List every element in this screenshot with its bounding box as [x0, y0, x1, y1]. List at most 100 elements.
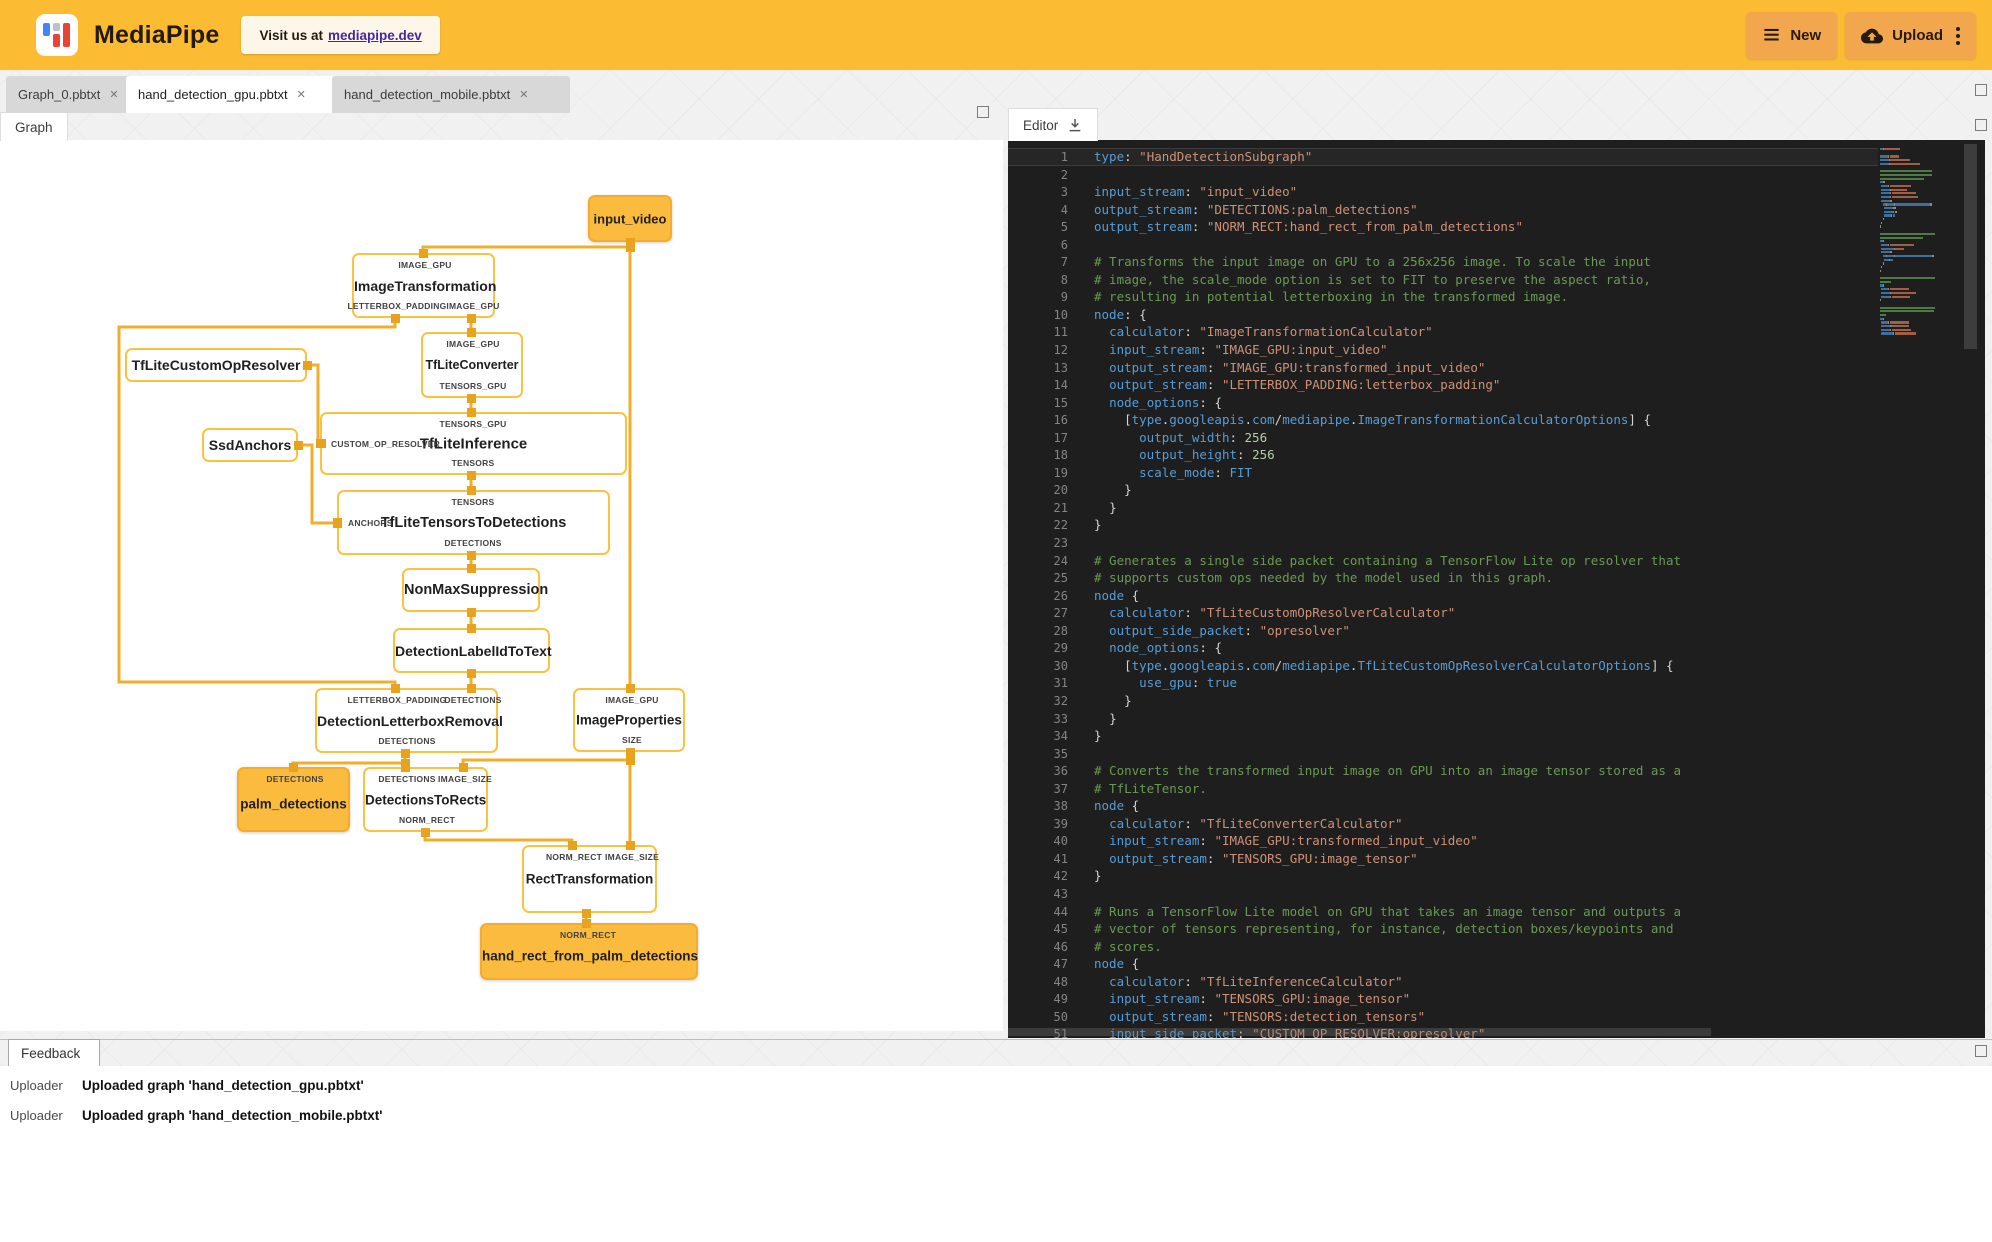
code-line[interactable]: 13 output_stream: "IMAGE_GPU:transformed… — [1008, 359, 1878, 377]
editor-maximize-icon[interactable] — [1975, 119, 1987, 131]
kebab-menu-icon[interactable] — [1956, 26, 1960, 45]
graph-node-RectTransformation[interactable]: RectTransformation NORM_RECT IMAGE_SIZE — [522, 845, 659, 913]
code-line[interactable]: 42} — [1008, 867, 1878, 885]
feedback-source: Uploader — [10, 1107, 63, 1123]
port-label: TENSORS_GPU — [439, 419, 507, 429]
code-line[interactable]: 27 calculator: "TfLiteCustomOpResolverCa… — [1008, 604, 1878, 622]
line-number: 45 — [1053, 922, 1068, 937]
minimap-line — [1880, 225, 1958, 228]
code-line[interactable]: 46 # scores. — [1008, 938, 1878, 956]
minimap-line — [1880, 266, 1958, 269]
code-line[interactable]: 19 scale_mode: FIT — [1008, 464, 1878, 482]
graph-node-DetectionLetterboxRemoval[interactable]: DetectionLetterboxRemoval LETTERBOX_PADDI… — [315, 688, 503, 753]
code-line[interactable]: 23 — [1008, 534, 1878, 552]
code-line[interactable]: 8 # image, the scale_mode option is set t… — [1008, 271, 1878, 289]
code-line[interactable]: 4 output_stream: "DETECTIONS:palm_detecti… — [1008, 201, 1878, 219]
code-lines[interactable]: 1 type: "HandDetectionSubgraph" 2 3 input_st… — [1008, 148, 1878, 1038]
tab-graph[interactable]: Graph — [0, 112, 68, 141]
code-line[interactable]: 12 input_stream: "IMAGE_GPU:input_video" — [1008, 341, 1878, 359]
graph-node-ImageProperties[interactable]: ImageProperties IMAGE_GPU SIZE — [573, 688, 685, 752]
code-line[interactable]: 43 — [1008, 885, 1878, 903]
graph-node-TfLiteCustomOpResolver[interactable]: TfLiteCustomOpResolver — [125, 348, 307, 382]
port-square — [302, 360, 312, 370]
file-tab[interactable]: Graph_0.pbtxt ✕ — [6, 76, 142, 113]
code-line[interactable]: 11 calculator: "ImageTransformationCalcu… — [1008, 323, 1878, 341]
code-line[interactable]: 16 [type.googleapis.com/mediapipe.ImageT… — [1008, 411, 1878, 429]
graph-node-SsdAnchors[interactable]: SsdAnchors — [202, 428, 298, 462]
file-tab[interactable]: hand_detection_gpu.pbtxt ✕ — [126, 76, 351, 113]
new-button[interactable]: New — [1746, 12, 1838, 59]
code-line[interactable]: 40 input_stream: "IMAGE_GPU:transformed_… — [1008, 832, 1878, 850]
code-line[interactable]: 6 — [1008, 236, 1878, 254]
code-line[interactable]: 24 # Generates a single side packet conta… — [1008, 552, 1878, 570]
code-line[interactable]: 14 output_stream: "LETTERBOX_PADDING:let… — [1008, 376, 1878, 394]
graph-canvas[interactable]: input_video ImageTransformation IMAGE_GPU L… — [0, 140, 1003, 1031]
port-label: DETECTIONS — [378, 736, 436, 746]
graph-node-TfLiteConverter[interactable]: TfLiteConverter IMAGE_GPU TENSORS_GPU — [421, 332, 523, 398]
minimap-line — [1880, 177, 1958, 180]
code-line[interactable]: 9 # resulting in potential letterboxing i… — [1008, 288, 1878, 306]
code-line[interactable]: 5 output_stream: "NORM_RECT:hand_rect_fro… — [1008, 218, 1878, 236]
code-line[interactable]: 33 } — [1008, 710, 1878, 728]
node-title: palm_detections — [240, 796, 347, 812]
code-line[interactable]: 45 # vector of tensors representing, for … — [1008, 920, 1878, 938]
code-line[interactable]: 32 } — [1008, 692, 1878, 710]
tab-close-icon[interactable]: ✕ — [519, 88, 528, 101]
code-line[interactable]: 26 node { — [1008, 587, 1878, 605]
code-editor[interactable]: 1 type: "HandDetectionSubgraph" 2 3 input_st… — [1008, 140, 1985, 1038]
graph-node-TfLiteInference[interactable]: TfLiteInference TENSORS_GPU CUSTOM_OP_RESO… — [320, 412, 627, 475]
code-line[interactable]: 28 output_side_packet: "opresolver" — [1008, 622, 1878, 640]
code-line[interactable]: 22} — [1008, 516, 1878, 534]
port-square — [458, 762, 468, 772]
code-line[interactable]: 7 # Transforms the input image on GPU to … — [1008, 253, 1878, 271]
code-line[interactable]: 47 node { — [1008, 955, 1878, 973]
code-line[interactable]: 41 output_stream: "TENSORS_GPU:image_ten… — [1008, 850, 1878, 868]
code-line[interactable]: 44 # Runs a TensorFlow Lite model on GPU … — [1008, 903, 1878, 921]
line-number: 33 — [1053, 711, 1068, 726]
graph-node-DetectionLabelIdToText[interactable]: DetectionLabelIdToText — [393, 628, 552, 673]
mediapipe-dev-link[interactable]: mediapipe.dev — [328, 28, 422, 43]
code-line[interactable]: 29 node_options: { — [1008, 639, 1878, 657]
code-line[interactable]: 49 input_stream: "TENSORS_GPU:image_tens… — [1008, 990, 1878, 1008]
editor-vertical-scrollbar[interactable] — [1964, 144, 1977, 349]
code-line[interactable]: 35 — [1008, 745, 1878, 763]
editor-horizontal-scrollbar[interactable] — [1008, 1028, 1712, 1036]
code-line[interactable]: 38 node { — [1008, 797, 1878, 815]
code-line[interactable]: 37 # TfLiteTensor. — [1008, 780, 1878, 798]
port-square — [418, 248, 428, 258]
code-line[interactable]: 36 # Converts the transformed input image… — [1008, 762, 1878, 780]
graph-node-NonMaxSuppression[interactable]: NonMaxSuppression — [402, 568, 548, 612]
line-number: 26 — [1053, 588, 1068, 603]
graph-node-input_video[interactable]: input_video — [588, 195, 672, 242]
code-line[interactable]: 20 } — [1008, 481, 1878, 499]
code-line[interactable]: 18 output_height: 256 — [1008, 446, 1878, 464]
tab-feedback[interactable]: Feedback — [8, 1039, 100, 1066]
graph-node-ImageTransformation[interactable]: ImageTransformation IMAGE_GPU LETTERBOX_PA… — [347, 253, 499, 318]
file-tab[interactable]: hand_detection_mobile.pbtxt ✕ — [332, 76, 570, 113]
tab-close-icon[interactable]: ✕ — [109, 88, 118, 101]
code-line[interactable]: 10 node: { — [1008, 306, 1878, 324]
visit-us-chip[interactable]: Visit us at mediapipe.dev — [241, 16, 440, 54]
download-icon[interactable] — [1067, 117, 1083, 133]
code-line[interactable]: 39 calculator: "TfLiteConverterCalculato… — [1008, 815, 1878, 833]
code-line[interactable]: 15 node_options: { — [1008, 394, 1878, 412]
code-line[interactable]: 25 # supports custom ops needed by the mo… — [1008, 569, 1878, 587]
code-line[interactable]: 34} — [1008, 727, 1878, 745]
graph-node-DetectionsToRects[interactable]: DetectionsToRects DETECTIONS IMAGE_SIZE NOR… — [363, 767, 492, 832]
feedback-maximize-icon[interactable] — [1975, 1045, 1987, 1057]
upload-button[interactable]: Upload — [1845, 12, 1976, 59]
code-line[interactable]: 50 output_stream: "TENSORS:detection_ten… — [1008, 1008, 1878, 1026]
graph-node-palm_detections[interactable]: palm_detections DETECTIONS — [237, 767, 350, 832]
graph-node-hand_rect_from_palm_detections[interactable]: hand_rect_from_palm_detections NORM_RECT — [480, 923, 698, 980]
graph-node-TfLiteTensorsToDetections[interactable]: TfLiteTensorsToDetections TENSORS ANCHORS D… — [337, 490, 610, 555]
code-line[interactable]: 21 } — [1008, 499, 1878, 517]
code-line[interactable]: 17 output_width: 256 — [1008, 429, 1878, 447]
code-line[interactable]: 31 use_gpu: true — [1008, 674, 1878, 692]
code-line[interactable]: 48 calculator: "TfLiteInferenceCalculato… — [1008, 973, 1878, 991]
editor-minimap[interactable] — [1880, 148, 1958, 336]
code-line[interactable]: 3 input_stream: "input_video" — [1008, 183, 1878, 201]
code-line[interactable]: 2 — [1008, 166, 1878, 184]
code-line[interactable]: 30 [type.googleapis.com/mediapipe.TfLite… — [1008, 657, 1878, 675]
tab-close-icon[interactable]: ✕ — [297, 88, 306, 101]
code-line[interactable]: 1 type: "HandDetectionSubgraph" — [1008, 148, 1878, 166]
